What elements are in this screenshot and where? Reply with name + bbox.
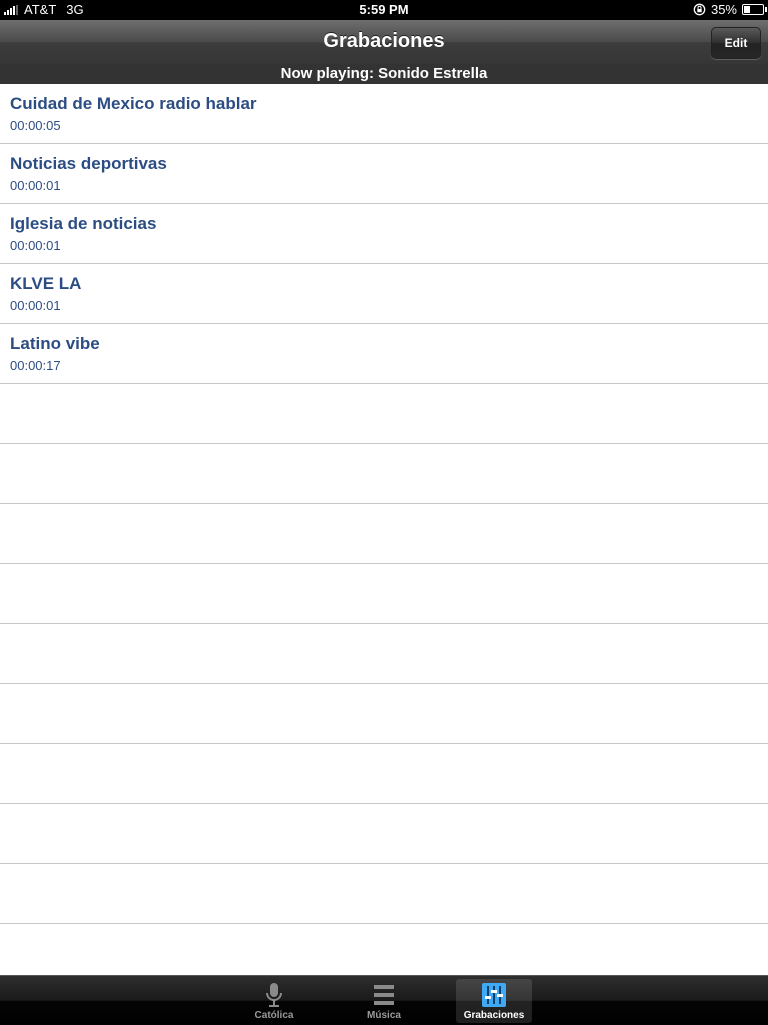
tab-catolica-label: Católica bbox=[254, 1010, 294, 1021]
status-right: 35% bbox=[693, 2, 767, 17]
recording-duration: 00:00:01 bbox=[10, 298, 61, 313]
tab-bar: Católica Música Grabaciones bbox=[0, 975, 768, 1025]
table-row[interactable]: Cuidad de Mexico radio hablar 00:00:05 bbox=[0, 84, 768, 144]
table-row bbox=[0, 624, 768, 684]
rotation-lock-icon bbox=[693, 3, 706, 16]
status-bar: AT&T 3G 5:59 PM 35% bbox=[0, 0, 768, 20]
list-icon bbox=[374, 985, 394, 1005]
tab-catolica[interactable]: Católica bbox=[236, 979, 312, 1023]
table-row[interactable]: Noticias deportivas 00:00:01 bbox=[0, 144, 768, 204]
equalizer-icon bbox=[482, 983, 506, 1007]
status-time: 5:59 PM bbox=[359, 2, 409, 17]
recording-title: Noticias deportivas bbox=[10, 154, 167, 173]
table-row bbox=[0, 804, 768, 864]
table-row bbox=[0, 564, 768, 624]
table-row[interactable]: Latino vibe 00:00:17 bbox=[0, 324, 768, 384]
page-title: Grabaciones bbox=[323, 30, 445, 52]
recording-title: Iglesia de noticias bbox=[10, 214, 157, 233]
tab-musica-label: Música bbox=[367, 1010, 401, 1021]
table-row bbox=[0, 384, 768, 444]
battery-percent: 35% bbox=[710, 2, 737, 17]
tab-grabaciones[interactable]: Grabaciones bbox=[456, 979, 532, 1023]
recording-title: Latino vibe bbox=[10, 334, 100, 353]
recording-title: Cuidad de Mexico radio hablar bbox=[10, 94, 257, 113]
edit-button[interactable]: Edit bbox=[711, 27, 761, 59]
navigation-bar: Grabaciones Edit bbox=[0, 20, 768, 65]
recording-duration: 00:00:01 bbox=[10, 178, 61, 193]
recordings-table: Cuidad de Mexico radio hablar 00:00:05 Not… bbox=[0, 84, 768, 975]
tab-grabaciones-label: Grabaciones bbox=[463, 1010, 525, 1021]
recording-duration: 00:00:01 bbox=[10, 238, 61, 253]
table-row[interactable]: KLVE LA 00:00:01 bbox=[0, 264, 768, 324]
now-playing-banner[interactable]: Now playing: Sonido Estrella bbox=[0, 64, 768, 84]
recording-duration: 00:00:05 bbox=[10, 118, 61, 133]
battery-icon bbox=[742, 4, 767, 15]
recording-duration: 00:00:17 bbox=[10, 358, 61, 373]
table-row bbox=[0, 924, 768, 975]
microphone-icon bbox=[266, 983, 282, 1007]
table-row bbox=[0, 744, 768, 804]
table-row bbox=[0, 864, 768, 924]
table-row bbox=[0, 444, 768, 504]
table-row bbox=[0, 504, 768, 564]
tab-musica[interactable]: Música bbox=[346, 979, 422, 1023]
recording-title: KLVE LA bbox=[10, 274, 82, 293]
table-row[interactable]: Iglesia de noticias 00:00:01 bbox=[0, 204, 768, 264]
table-row bbox=[0, 684, 768, 744]
